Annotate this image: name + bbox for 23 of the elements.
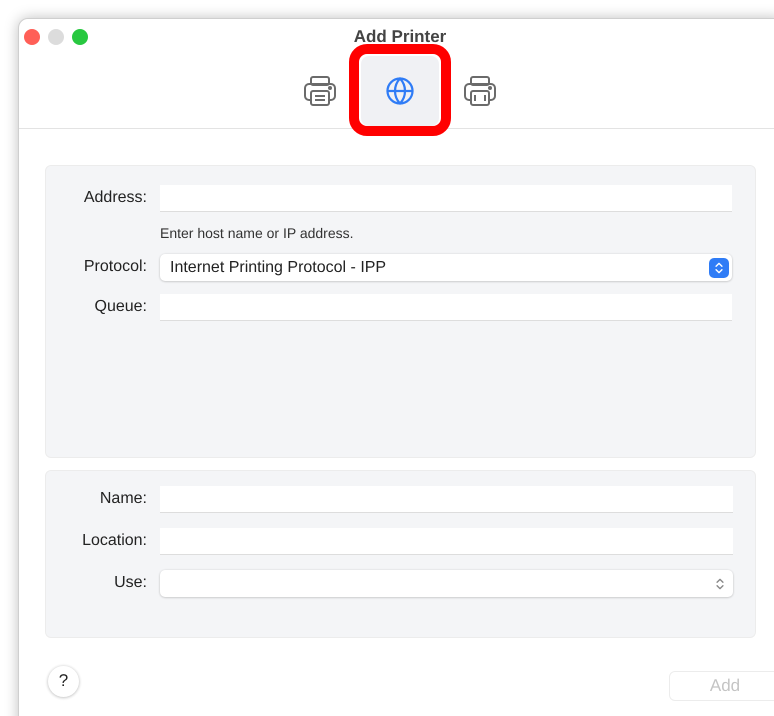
close-button[interactable]	[24, 29, 40, 45]
text-field[interactable]	[160, 185, 732, 212]
field-label: Use:	[113, 573, 147, 593]
minimize-button[interactable]	[48, 29, 64, 45]
popup-menu[interactable]: Internet Printing Protocol - IPP	[160, 254, 732, 281]
field-label: Location:	[81, 531, 147, 551]
field-label: Name:	[98, 489, 147, 509]
fax-icon	[463, 75, 497, 107]
popup-menu[interactable]	[160, 570, 733, 597]
toolbar-tab[interactable]	[361, 56, 439, 126]
field-label: Queue:	[94, 297, 147, 317]
zoom-button[interactable]	[72, 29, 88, 45]
globe-icon	[385, 76, 415, 106]
text-field[interactable]	[160, 294, 732, 321]
popup-value: Internet Printing Protocol - IPP	[170, 258, 388, 278]
field-label: Address:	[82, 188, 147, 208]
window-title: Add Printer	[354, 26, 446, 48]
text-field[interactable]	[160, 486, 733, 513]
help-button[interactable]: ?	[48, 666, 79, 696]
text-field[interactable]	[160, 528, 733, 555]
help-text: Enter host name or IP address.	[160, 225, 355, 241]
field-label: Protocol:	[82, 257, 147, 277]
printer-icon	[303, 75, 337, 107]
